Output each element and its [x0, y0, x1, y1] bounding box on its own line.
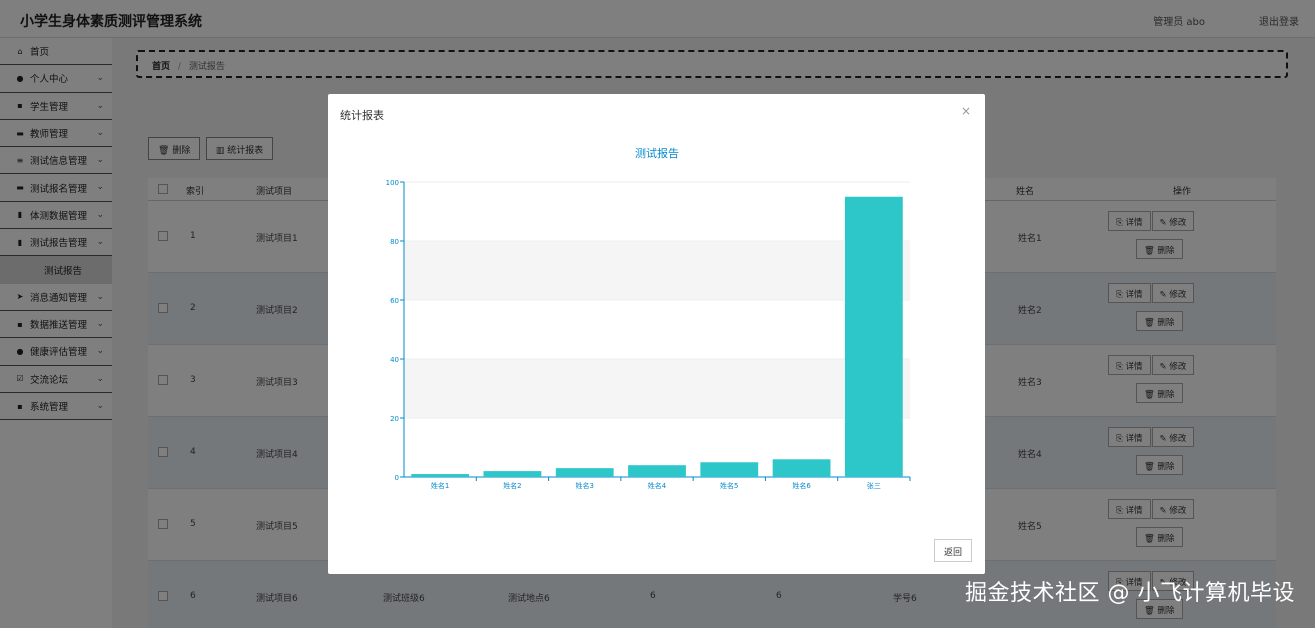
x-tick-label: 姓名1 — [431, 481, 449, 490]
bar[interactable] — [844, 196, 903, 477]
y-tick-label: 60 — [390, 297, 399, 305]
x-tick-label: 姓名2 — [503, 481, 521, 490]
bar[interactable] — [411, 474, 470, 477]
chart-title: 测试报告 — [635, 146, 679, 160]
modal-title: 统计报表 — [340, 109, 384, 122]
x-tick-label: 姓名5 — [720, 481, 738, 490]
y-tick-label: 0 — [395, 474, 399, 482]
bar[interactable] — [628, 465, 686, 477]
y-tick-label: 20 — [390, 415, 399, 423]
grid-band — [404, 182, 910, 241]
grid-band — [404, 300, 910, 359]
watermark: 掘金技术社区 @ 小飞计算机毕设 — [965, 581, 1295, 606]
grid-band — [404, 359, 910, 418]
bar[interactable] — [700, 462, 759, 477]
x-tick-label: 张三 — [867, 481, 881, 490]
bar[interactable] — [483, 471, 542, 477]
close-icon[interactable]: × — [961, 104, 971, 118]
y-tick-label: 80 — [390, 238, 399, 246]
bar[interactable] — [772, 459, 831, 477]
y-tick-label: 100 — [386, 179, 399, 187]
x-tick-label: 姓名6 — [792, 481, 811, 490]
back-button[interactable]: 返回 — [933, 539, 972, 562]
y-tick-label: 40 — [390, 356, 399, 364]
x-tick-label: 姓名4 — [648, 481, 667, 490]
bar-chart: 测试报告 0 20 40 60 80 100 姓名1 姓名2 姓名3 姓名4 姓名5 姓名6 张三 — [386, 146, 911, 490]
x-tick-label: 姓名3 — [575, 481, 593, 490]
stats-modal: 统计报表 × 测试报告 0 20 40 60 80 100 姓名1 姓名2 姓名3 姓名4 姓名5 姓… — [328, 94, 985, 574]
bar[interactable] — [555, 468, 614, 477]
grid-band — [404, 241, 910, 300]
